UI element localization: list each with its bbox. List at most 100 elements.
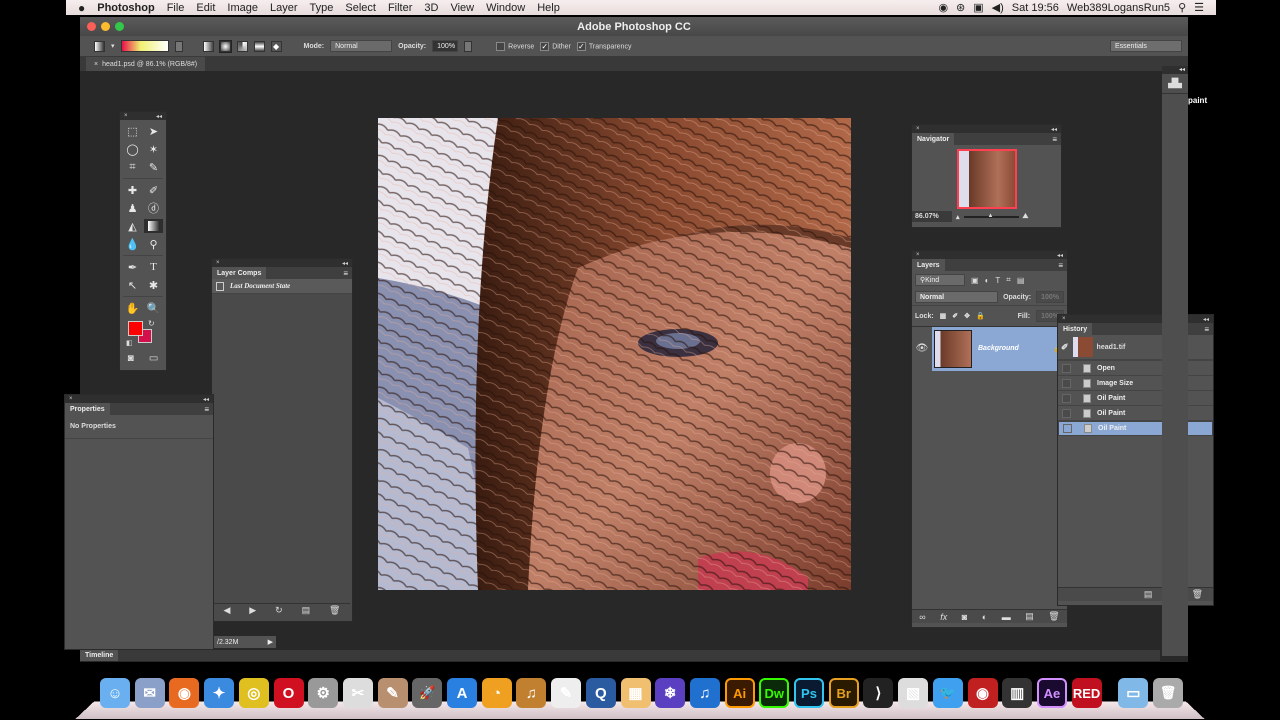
dock-br-icon[interactable]: Br bbox=[828, 678, 859, 708]
dodge-tool-icon[interactable]: ⚲ bbox=[144, 237, 163, 251]
dock-garageband-icon[interactable]: ♫ bbox=[516, 678, 547, 708]
dock-sketchbook-icon[interactable]: ▦ bbox=[620, 678, 651, 708]
screen-mode-icon[interactable]: ▭ bbox=[149, 353, 158, 364]
history-tab[interactable]: History bbox=[1058, 323, 1093, 335]
history-step-checkbox[interactable] bbox=[1062, 378, 1071, 388]
dock-clock-icon[interactable]: ⟩ bbox=[863, 678, 894, 708]
tool-preset-picker[interactable] bbox=[94, 40, 105, 52]
dock-trash-icon[interactable]: 🗑 bbox=[1153, 678, 1183, 708]
menu-3d[interactable]: 3D bbox=[418, 2, 444, 14]
path-selection-tool-icon[interactable]: ↖ bbox=[123, 278, 142, 292]
status-menu-arrow-icon[interactable]: ▶ bbox=[268, 638, 273, 646]
menu-app-name[interactable]: Photoshop bbox=[91, 2, 160, 14]
close-panel-icon[interactable]: × bbox=[916, 126, 920, 132]
magic-wand-tool-icon[interactable]: ✶ bbox=[144, 142, 163, 156]
zoom-window-button[interactable] bbox=[115, 22, 124, 31]
history-step-checkbox[interactable] bbox=[1063, 424, 1072, 433]
hand-tool-icon[interactable]: ✋ bbox=[123, 301, 142, 315]
layers-tab[interactable]: Layers bbox=[912, 259, 945, 271]
dock-folder-icon[interactable]: ▭ bbox=[1118, 678, 1149, 708]
chevron-down-icon[interactable]: ▾ bbox=[111, 42, 115, 50]
gradient-dropdown[interactable] bbox=[174, 40, 183, 52]
history-step-checkbox[interactable] bbox=[1062, 363, 1071, 373]
dock-photo-booth-icon[interactable]: ◉ bbox=[967, 678, 998, 708]
healing-brush-tool-icon[interactable]: ✚ bbox=[123, 183, 142, 197]
opacity-input[interactable]: 100% bbox=[432, 40, 459, 52]
close-panel-icon[interactable]: × bbox=[69, 396, 73, 402]
new-group-icon[interactable]: ▬ bbox=[1002, 612, 1011, 622]
menu-help[interactable]: Help bbox=[531, 2, 566, 14]
collapse-panel-icon[interactable]: ◂◂ bbox=[1162, 66, 1188, 74]
document-size[interactable]: /2.32M bbox=[217, 639, 238, 646]
link-layers-icon[interactable]: ∞ bbox=[919, 612, 925, 622]
quick-mask-icon[interactable]: ◙ bbox=[128, 353, 134, 364]
history-step[interactable]: Image Size bbox=[1058, 376, 1213, 391]
brush-tool-icon[interactable]: ✐ bbox=[144, 183, 163, 197]
pen-tool-icon[interactable]: ✒ bbox=[123, 260, 142, 274]
lasso-tool-icon[interactable]: ◯ bbox=[123, 142, 142, 156]
new-comp-icon[interactable]: ▤ bbox=[302, 605, 311, 616]
dock-ae-icon[interactable]: Ae bbox=[1036, 678, 1067, 708]
dock-dw-icon[interactable]: Dw bbox=[759, 678, 790, 708]
default-colors-icon[interactable]: ◧ bbox=[126, 339, 133, 347]
dither-checkbox[interactable]: ✓ Dither bbox=[540, 41, 571, 51]
histogram-icon[interactable]: ▟▙ bbox=[1162, 74, 1188, 94]
layer-name[interactable]: Background bbox=[978, 345, 1047, 352]
minimize-window-button[interactable] bbox=[101, 22, 110, 31]
update-comp-icon[interactable]: ↻ bbox=[275, 605, 283, 616]
menu-select[interactable]: Select bbox=[339, 2, 382, 14]
history-snapshot[interactable]: ✐ head1.tif bbox=[1058, 335, 1213, 361]
blend-mode-select[interactable]: Normal bbox=[915, 291, 999, 303]
history-step[interactable]: Oil Paint bbox=[1058, 391, 1213, 406]
menu-image[interactable]: Image bbox=[221, 2, 264, 14]
menu-file[interactable]: File bbox=[161, 2, 191, 14]
adjustment-layer-icon[interactable]: ◐ bbox=[982, 612, 987, 622]
layer-opacity-input[interactable]: 100% bbox=[1036, 291, 1064, 303]
history-step[interactable]: Oil Paint bbox=[1058, 406, 1213, 421]
type-tool-icon[interactable]: T bbox=[144, 260, 163, 274]
mode-select[interactable]: Normal bbox=[330, 40, 393, 52]
new-document-from-state-icon[interactable]: ▤ bbox=[1144, 589, 1153, 600]
close-panel-icon[interactable]: × bbox=[124, 113, 128, 119]
layer-row[interactable]: 👁 Background 🔒 bbox=[912, 326, 1067, 371]
notification-center-icon[interactable]: ☰ bbox=[1194, 1, 1204, 14]
apple-menu-icon[interactable]: ● bbox=[66, 1, 91, 15]
lock-pixels-icon[interactable]: ✐ bbox=[952, 312, 958, 320]
diamond-gradient-button[interactable]: ◆ bbox=[270, 40, 282, 52]
previous-comp-icon[interactable]: ◀ bbox=[223, 605, 230, 616]
delete-layer-icon[interactable]: 🗑 bbox=[1048, 611, 1059, 622]
collapse-panel-icon[interactable]: ◂◂ bbox=[156, 113, 162, 120]
gradient-picker[interactable] bbox=[120, 40, 169, 52]
layer-comp-item[interactable]: Last Document State bbox=[212, 279, 352, 294]
layer-comps-tab[interactable]: Layer Comps bbox=[212, 267, 267, 279]
delete-state-icon[interactable]: 🗑 bbox=[1192, 589, 1203, 600]
close-window-button[interactable] bbox=[87, 22, 96, 31]
reverse-checkbox[interactable]: Reverse bbox=[496, 41, 534, 51]
history-step-checkbox[interactable] bbox=[1062, 393, 1071, 403]
panel-menu-icon[interactable]: ≡ bbox=[1204, 325, 1213, 334]
panel-menu-icon[interactable]: ≡ bbox=[1052, 135, 1061, 144]
close-panel-icon[interactable]: × bbox=[1062, 316, 1066, 322]
dock-chrome-icon[interactable]: ◎ bbox=[238, 678, 269, 708]
dock-ai-icon[interactable]: Ai bbox=[724, 678, 755, 708]
dock-preview-icon[interactable]: ✂ bbox=[342, 678, 373, 708]
history-step-checkbox[interactable] bbox=[1062, 408, 1071, 418]
zoom-in-icon[interactable]: ⛰ bbox=[1023, 213, 1029, 221]
properties-tab[interactable]: Properties bbox=[65, 403, 110, 415]
layer-style-fx-icon[interactable]: fx bbox=[940, 612, 947, 622]
blur-tool-icon[interactable]: 💧 bbox=[123, 237, 142, 251]
dock-twitter-icon[interactable]: 🐦 bbox=[932, 678, 963, 708]
workspace-select[interactable]: Essentials bbox=[1110, 40, 1182, 52]
close-panel-icon[interactable]: × bbox=[916, 252, 920, 258]
dock-launchpad-icon[interactable]: 🚀 bbox=[412, 678, 443, 708]
dock-red-giant-link-icon[interactable]: RED bbox=[1071, 678, 1102, 708]
filter-type-icon[interactable]: T bbox=[995, 276, 1000, 285]
new-layer-icon[interactable]: ▤ bbox=[1025, 611, 1034, 622]
gradient-tool-icon[interactable] bbox=[144, 219, 163, 233]
display-icon[interactable]: ▣ bbox=[973, 1, 983, 14]
dock-books-icon[interactable]: ▥ bbox=[1002, 678, 1033, 708]
menu-layer[interactable]: Layer bbox=[264, 2, 304, 14]
history-step-selected[interactable]: Oil Paint bbox=[1058, 421, 1213, 436]
dock-safari-icon[interactable]: ✦ bbox=[204, 678, 235, 708]
dock-firefox-icon[interactable]: ◉ bbox=[169, 678, 200, 708]
